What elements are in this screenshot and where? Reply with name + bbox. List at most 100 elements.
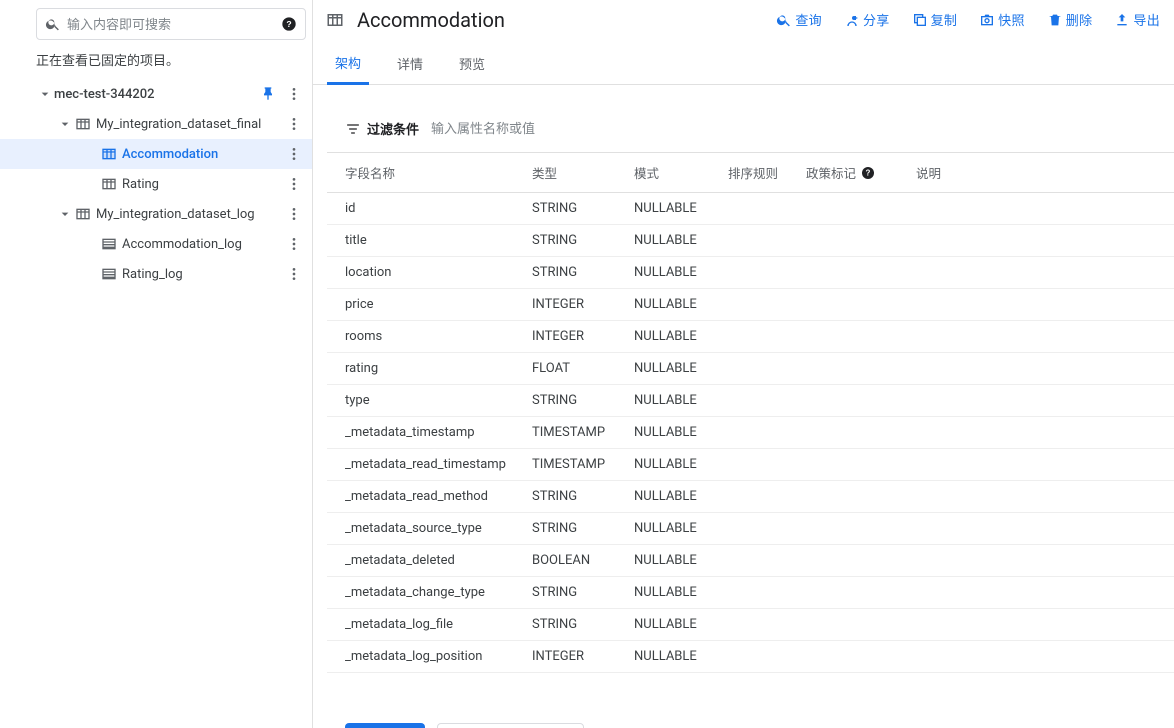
tab-schema[interactable]: 架构 <box>327 43 369 85</box>
field-collation <box>718 449 796 481</box>
schema-row[interactable]: _metadata_source_typeSTRINGNULLABLE <box>327 513 1174 545</box>
field-collation <box>718 289 796 321</box>
tab-preview[interactable]: 预览 <box>451 43 493 84</box>
tree-project[interactable]: mec-test-344202 <box>0 79 312 109</box>
col-header-description[interactable]: 说明 <box>906 153 1174 193</box>
tree-dataset[interactable]: My_integration_dataset_log <box>0 199 312 229</box>
action-bar: 查询 分享 复制 快照 删除 导出 <box>776 6 1160 33</box>
tree-table-label: Rating_log <box>122 267 282 282</box>
field-collation <box>718 385 796 417</box>
field-description <box>906 257 1174 289</box>
field-type: STRING <box>522 225 624 257</box>
tab-bar: 架构 详情 预览 <box>313 43 1174 85</box>
field-collation <box>718 257 796 289</box>
tree-dataset-label: My_integration_dataset_log <box>96 207 282 222</box>
field-name: rating <box>327 353 522 385</box>
schema-row[interactable]: _metadata_deletedBOOLEANNULLABLE <box>327 545 1174 577</box>
search-icon <box>45 16 61 32</box>
col-header-policy[interactable]: 政策标记 ? <box>796 153 906 193</box>
field-type: INTEGER <box>522 321 624 353</box>
schema-row[interactable]: priceINTEGERNULLABLE <box>327 289 1174 321</box>
field-mode: NULLABLE <box>624 545 718 577</box>
field-policy <box>796 417 906 449</box>
col-header-type[interactable]: 类型 <box>522 153 624 193</box>
tab-details[interactable]: 详情 <box>389 43 431 84</box>
chevron-down-icon[interactable] <box>56 116 74 132</box>
field-policy <box>796 545 906 577</box>
schema-row[interactable]: typeSTRINGNULLABLE <box>327 385 1174 417</box>
chevron-down-icon[interactable] <box>36 86 54 102</box>
more-button[interactable] <box>282 232 306 256</box>
field-description <box>906 225 1174 257</box>
schema-table: 字段名称 类型 模式 排序规则 政策标记 ? 说明 idSTRINGNULLAB… <box>327 152 1174 673</box>
search-input[interactable] <box>67 17 275 32</box>
schema-row[interactable]: idSTRINGNULLABLE <box>327 193 1174 225</box>
field-mode: NULLABLE <box>624 321 718 353</box>
search-box[interactable]: ? <box>36 8 306 40</box>
field-policy <box>796 609 906 641</box>
edit-schema-button[interactable]: 修改架构 <box>345 723 425 728</box>
field-type: STRING <box>522 481 624 513</box>
field-name: _metadata_change_type <box>327 577 522 609</box>
help-icon[interactable]: ? <box>860 165 876 181</box>
tree-table-rating-log[interactable]: Rating_log <box>0 259 312 289</box>
field-collation <box>718 641 796 673</box>
tree-table-accommodation[interactable]: Accommodation <box>0 139 312 169</box>
schema-row[interactable]: titleSTRINGNULLABLE <box>327 225 1174 257</box>
more-button[interactable] <box>282 172 306 196</box>
pin-button[interactable] <box>256 82 280 106</box>
schema-row[interactable]: _metadata_read_methodSTRINGNULLABLE <box>327 481 1174 513</box>
field-description <box>906 641 1174 673</box>
more-button[interactable] <box>282 82 306 106</box>
field-type: INTEGER <box>522 641 624 673</box>
table-title: Accommodation <box>357 8 766 32</box>
schema-row[interactable]: _metadata_log_fileSTRINGNULLABLE <box>327 609 1174 641</box>
field-mode: NULLABLE <box>624 577 718 609</box>
field-name: _metadata_log_position <box>327 641 522 673</box>
more-button[interactable] <box>282 142 306 166</box>
chevron-down-icon[interactable] <box>56 206 74 222</box>
field-mode: NULLABLE <box>624 481 718 513</box>
field-policy <box>796 353 906 385</box>
filter-input[interactable] <box>431 121 607 136</box>
field-mode: NULLABLE <box>624 417 718 449</box>
field-mode: NULLABLE <box>624 513 718 545</box>
schema-row[interactable]: locationSTRINGNULLABLE <box>327 257 1174 289</box>
field-mode: NULLABLE <box>624 641 718 673</box>
field-name: rooms <box>327 321 522 353</box>
schema-row[interactable]: ratingFLOATNULLABLE <box>327 353 1174 385</box>
field-type: FLOAT <box>522 353 624 385</box>
schema-row[interactable]: _metadata_log_positionINTEGERNULLABLE <box>327 641 1174 673</box>
help-icon[interactable]: ? <box>281 16 297 32</box>
dataset-icon <box>74 206 92 222</box>
dataset-icon <box>74 116 92 132</box>
field-mode: NULLABLE <box>624 193 718 225</box>
snapshot-button[interactable]: 快照 <box>979 6 1025 33</box>
schema-row[interactable]: _metadata_read_timestampTIMESTAMPNULLABL… <box>327 449 1174 481</box>
export-button[interactable]: 导出 <box>1114 6 1160 33</box>
tree-table-accommodation-log[interactable]: Accommodation_log <box>0 229 312 259</box>
copy-button[interactable]: 复制 <box>912 6 958 33</box>
tree-dataset[interactable]: My_integration_dataset_final <box>0 109 312 139</box>
schema-row[interactable]: _metadata_change_typeSTRINGNULLABLE <box>327 577 1174 609</box>
share-button[interactable]: 分享 <box>844 6 890 33</box>
field-type: STRING <box>522 609 624 641</box>
view-row-policy-button[interactable]: 查看行访问权限政策 <box>437 723 584 728</box>
field-description <box>906 385 1174 417</box>
field-collation <box>718 481 796 513</box>
field-name: _metadata_log_file <box>327 609 522 641</box>
field-collation <box>718 193 796 225</box>
schema-row[interactable]: _metadata_timestampTIMESTAMPNULLABLE <box>327 417 1174 449</box>
query-button[interactable]: 查询 <box>776 6 822 33</box>
field-collation <box>718 417 796 449</box>
more-button[interactable] <box>282 202 306 226</box>
col-header-collation[interactable]: 排序规则 <box>718 153 796 193</box>
schema-row[interactable]: roomsINTEGERNULLABLE <box>327 321 1174 353</box>
col-header-name[interactable]: 字段名称 <box>327 153 522 193</box>
col-header-mode[interactable]: 模式 <box>624 153 718 193</box>
filter-icon <box>345 121 361 137</box>
delete-button[interactable]: 删除 <box>1047 6 1093 33</box>
more-button[interactable] <box>282 262 306 286</box>
more-button[interactable] <box>282 112 306 136</box>
tree-table-rating[interactable]: Rating <box>0 169 312 199</box>
